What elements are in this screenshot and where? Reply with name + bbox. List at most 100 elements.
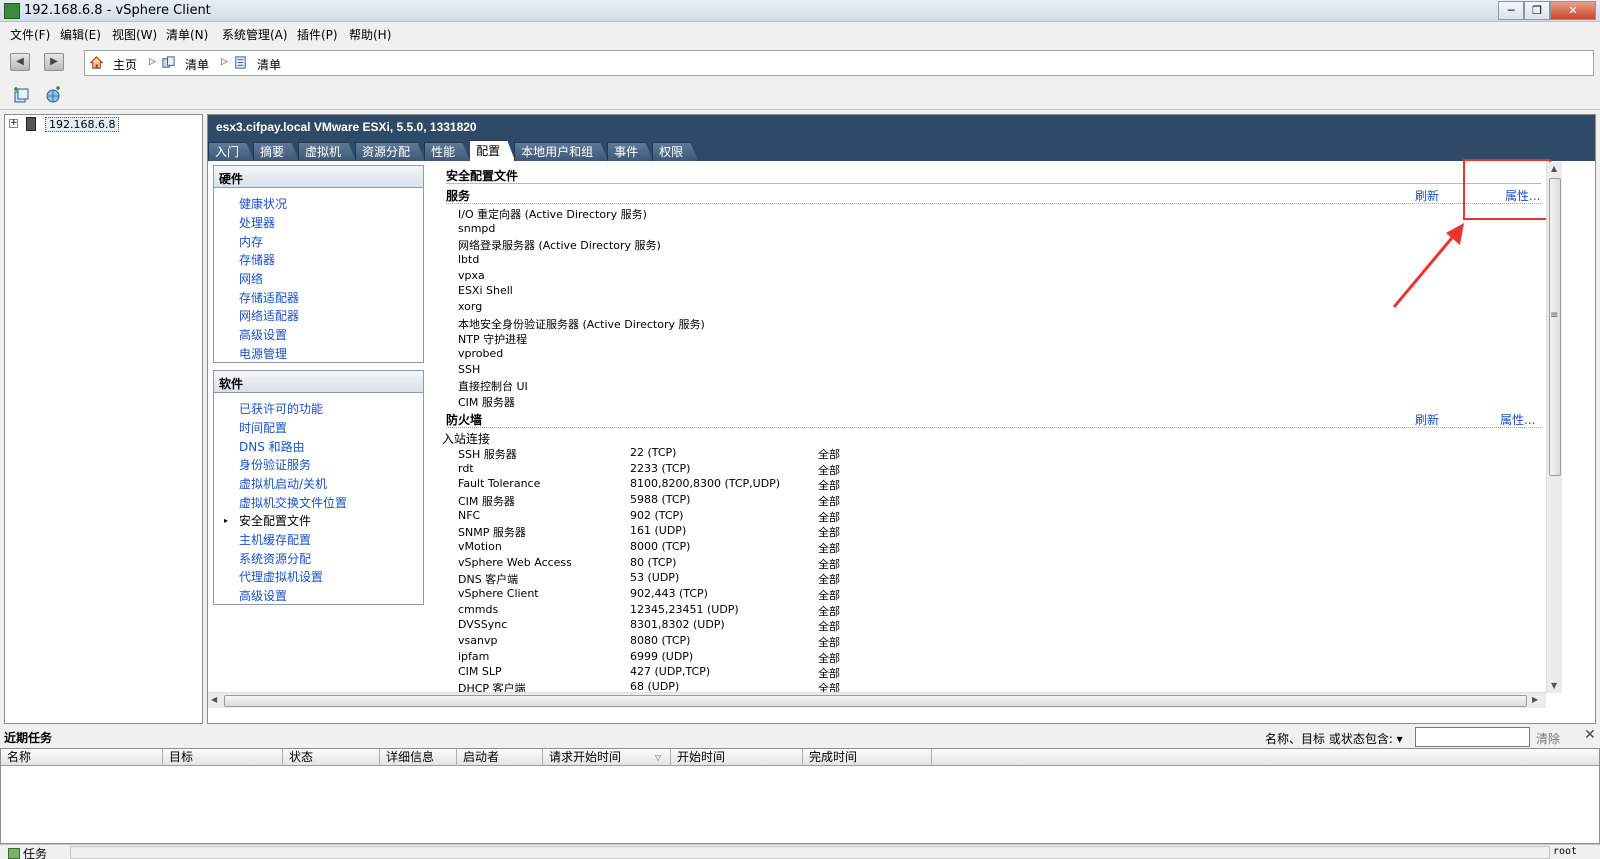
horizontal-scrollbar[interactable]: ◀ ▶ <box>208 692 1546 708</box>
sw-vm-swapfile-location[interactable]: 虚拟机交换文件位置 <box>239 494 347 511</box>
col-details[interactable]: 详细信息 <box>380 749 457 766</box>
service-item: 本地安全身份验证服务器 (Active Directory 服务) <box>458 318 705 331</box>
tab-resource-allocation[interactable]: 资源分配 <box>355 142 425 161</box>
fw-rule-scope: 全部 <box>818 448 840 461</box>
tree-expand-icon[interactable]: + <box>9 119 18 128</box>
service-item: 网络登录服务器 (Active Directory 服务) <box>458 239 661 252</box>
fw-rule-ports: 8000 (TCP) <box>630 540 691 553</box>
tasks-button[interactable]: 任务 <box>8 845 47 859</box>
col-name[interactable]: 名称 <box>1 749 163 766</box>
sw-security-profile[interactable]: 安全配置文件 <box>239 512 311 529</box>
scroll-left-icon[interactable]: ◀ <box>211 695 217 704</box>
hw-processors[interactable]: 处理器 <box>239 214 275 231</box>
service-item: vprobed <box>458 347 504 360</box>
breadcrumb-home[interactable]: 主页 <box>113 56 137 73</box>
fw-rule-scope: 全部 <box>818 605 840 618</box>
menu-file[interactable]: 文件(F) <box>10 26 50 43</box>
sw-time-configuration[interactable]: 时间配置 <box>239 419 287 436</box>
col-requested-start-time[interactable]: 请求开始时间 <box>543 749 671 766</box>
hw-storage[interactable]: 存储器 <box>239 251 275 268</box>
menu-administration[interactable]: 系统管理(A) <box>222 26 288 43</box>
col-target[interactable]: 目标 <box>163 749 283 766</box>
tab-events[interactable]: 事件 <box>607 142 653 161</box>
host-header: esx3.cifpay.local VMware ESXi, 5.5.0, 13… <box>208 115 1595 161</box>
hardware-section: 硬件 健康状况 处理器 内存 存储器 网络 存储适配器 网络适配器 高级设置 电… <box>213 165 424 363</box>
menu-edit[interactable]: 编辑(E) <box>60 26 101 43</box>
hw-memory[interactable]: 内存 <box>239 233 263 250</box>
sw-licensed-features[interactable]: 已获许可的功能 <box>239 400 323 417</box>
table-header: 名称 目标 状态 详细信息 启动者 请求开始时间 ▽ 开始时间 完成时间 <box>1 749 1599 766</box>
hw-advanced-settings[interactable]: 高级设置 <box>239 326 287 343</box>
sw-dns-routing[interactable]: DNS 和路由 <box>239 438 305 455</box>
software-header[interactable]: 软件 <box>214 371 423 393</box>
col-completed-time[interactable]: 完成时间 <box>803 749 932 766</box>
sw-vm-startup-shutdown[interactable]: 虚拟机启动/关机 <box>239 475 327 492</box>
breadcrumb-inventory-list[interactable]: 清单 <box>257 56 281 73</box>
hw-health-status[interactable]: 健康状况 <box>239 195 287 212</box>
hw-storage-adapters[interactable]: 存储适配器 <box>239 289 299 306</box>
tab-local-users-groups[interactable]: 本地用户和组 <box>514 142 608 161</box>
tab-performance[interactable]: 性能 <box>424 142 470 161</box>
title-divider <box>446 183 1541 184</box>
hardware-header[interactable]: 硬件 <box>214 166 423 188</box>
menu-help[interactable]: 帮助(H) <box>349 26 391 43</box>
tasks-icon <box>8 848 20 859</box>
tab-virtual-machines[interactable]: 虚拟机 <box>298 142 356 161</box>
vertical-scrollbar[interactable]: ▲ ≡ ▼ <box>1546 162 1562 693</box>
fw-rule-ports: 2233 (TCP) <box>630 462 691 475</box>
tab-summary[interactable]: 摘要 <box>253 142 299 161</box>
fw-rule-scope: 全部 <box>818 479 840 492</box>
sw-system-resource-allocation[interactable]: 系统资源分配 <box>239 550 311 567</box>
col-status[interactable]: 状态 <box>283 749 380 766</box>
tab-configuration[interactable]: 配置 <box>469 140 515 161</box>
sw-agent-vm-settings[interactable]: 代理虚拟机设置 <box>239 568 323 585</box>
fw-rule-scope: 全部 <box>818 511 840 524</box>
add-host-icon[interactable] <box>12 86 30 104</box>
tasks-label: 任务 <box>23 847 48 859</box>
close-tasks-icon[interactable]: ✕ <box>1584 727 1596 743</box>
fw-rule-ports: 5988 (TCP) <box>630 493 691 506</box>
tree-host-item[interactable]: 192.168.6.8 <box>45 117 120 132</box>
col-initiated-by[interactable]: 启动者 <box>457 749 543 766</box>
sw-authentication-services[interactable]: 身份验证服务 <box>239 456 311 473</box>
horizontal-scroll-thumb[interactable] <box>224 695 1527 707</box>
restore-button[interactable]: ❐ <box>1524 1 1550 20</box>
hw-network-adapters[interactable]: 网络适配器 <box>239 307 299 324</box>
col-start-time[interactable]: 开始时间 <box>671 749 803 766</box>
tab-permissions[interactable]: 权限 <box>652 142 698 161</box>
close-button[interactable]: ✕ <box>1550 1 1596 20</box>
task-filter-dropdown[interactable]: 名称、目标 或状态包含: ▾ <box>1265 730 1403 747</box>
hw-power-management[interactable]: 电源管理 <box>239 345 287 362</box>
sw-advanced-settings[interactable]: 高级设置 <box>239 587 287 604</box>
minimize-button[interactable]: ─ <box>1498 1 1524 20</box>
back-arrow-icon[interactable]: ◀ <box>10 53 30 71</box>
sw-host-cache-configuration[interactable]: 主机缓存配置 <box>239 531 311 548</box>
host-title: esx3.cifpay.local VMware ESXi, 5.5.0, 13… <box>216 120 477 134</box>
breadcrumb-inventory[interactable]: 清单 <box>185 56 209 73</box>
fw-rule-ports: 902,443 (TCP) <box>630 587 708 600</box>
task-filter-input[interactable] <box>1415 727 1530 747</box>
scroll-up-icon[interactable]: ▲ <box>1551 164 1557 173</box>
fw-rule-ports: 902 (TCP) <box>630 509 684 522</box>
services-divider <box>446 203 1541 204</box>
refresh-globe-icon[interactable] <box>44 86 62 104</box>
firewall-properties-link[interactable]: 属性... <box>1500 411 1535 428</box>
service-item: snmpd <box>458 222 496 235</box>
vertical-scroll-thumb[interactable] <box>1549 178 1561 476</box>
firewall-refresh-link[interactable]: 刷新 <box>1415 411 1439 428</box>
services-refresh-link[interactable]: 刷新 <box>1415 187 1439 204</box>
navigation-row: ◀ ▶ 主页 ▷ 清单 ▷ 清单 <box>0 45 1600 81</box>
services-heading: 服务 <box>446 189 471 203</box>
service-item: vpxa <box>458 269 485 282</box>
clear-filter-button[interactable]: 清除 <box>1536 730 1560 747</box>
menu-plugins[interactable]: 插件(P) <box>297 26 338 43</box>
menu-inventory[interactable]: 清单(N) <box>166 26 208 43</box>
forward-arrow-icon[interactable]: ▶ <box>44 53 64 71</box>
menu-view[interactable]: 视图(W) <box>112 26 157 43</box>
inventory-icon <box>162 56 175 68</box>
scroll-down-icon[interactable]: ▼ <box>1551 681 1557 690</box>
tab-getting-started[interactable]: 入门 <box>208 142 254 161</box>
scroll-right-icon[interactable]: ▶ <box>1532 695 1538 704</box>
hw-networking[interactable]: 网络 <box>239 270 263 287</box>
firewall-heading: 防火墙 <box>446 413 483 427</box>
